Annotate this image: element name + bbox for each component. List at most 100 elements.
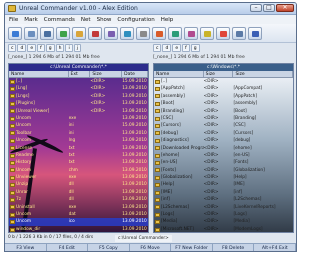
left-file-row[interactable]: Uncom exe 13.09.2010 xyxy=(9,115,148,122)
menu-net[interactable]: Net xyxy=(81,17,91,23)
search-icon[interactable] xyxy=(120,27,134,40)
menu-commands[interactable]: Commands xyxy=(44,17,75,23)
right-col-size[interactable]: Size xyxy=(204,71,234,77)
right-file-row[interactable]: [diagnostics] <DIR> [debug] xyxy=(154,137,293,144)
left-drive-i[interactable]: i xyxy=(65,44,73,52)
left-drive-h[interactable]: h xyxy=(55,44,65,52)
left-col-ext[interactable]: Ext xyxy=(69,71,91,77)
right-file-row[interactable]: [assembly] <DIR> [AppPatch] xyxy=(154,93,293,100)
left-file-row[interactable]: Uncom lng 13.09.2010 xyxy=(9,137,148,144)
compare-icon[interactable] xyxy=(88,27,102,40)
left-file-row[interactable]: Unzip dll 13.09.2010 xyxy=(9,181,148,188)
right-file-row[interactable]: [Branding] <DIR> [Boot] xyxy=(154,108,293,115)
left-drive-j[interactable]: j xyxy=(73,44,81,52)
maximize-button[interactable]: □ xyxy=(263,4,275,12)
right-file-row[interactable]: [AppPatch] <DIR> [AppCompat] xyxy=(154,85,293,92)
left-file-row[interactable]: 7z dll 13.09.2010 xyxy=(9,196,148,203)
rename-icon[interactable] xyxy=(136,27,150,40)
menu-file[interactable]: File xyxy=(9,17,18,23)
left-file-row[interactable]: Uncom chm 13.09.2010 xyxy=(9,167,148,174)
left-file-list[interactable]: [..] <DIR> 15.09.2010 [Lng] <DIR> 13.09.2010[… xyxy=(9,78,148,232)
sort-icon[interactable] xyxy=(104,27,118,40)
right-file-row[interactable]: [Fonts] <DIR> [Globalization] xyxy=(154,167,293,174)
unpack-icon[interactable] xyxy=(200,27,214,40)
left-file-row[interactable]: Uncom ini 15.09.2010 xyxy=(9,122,148,129)
right-drive-c[interactable]: c xyxy=(153,44,162,52)
settings-icon[interactable] xyxy=(232,27,246,40)
right-file-row[interactable]: [L2Schemas] <DIR> [LiveKernelReports] xyxy=(154,204,293,211)
right-drive-d[interactable]: d xyxy=(162,44,172,52)
right-drive-g[interactable]: g xyxy=(190,44,200,52)
title-bar[interactable]: Unreal Commander v1.00 - Alex Edition – … xyxy=(5,3,296,15)
right-file-row[interactable]: [debug] <DIR> [Cursors] xyxy=(154,130,293,137)
right-file-row[interactable]: [Microsoft.NET] <DIR> [ModemLogs] xyxy=(154,226,293,232)
left-panel-path[interactable]: c:\Unreal Commander\*.* xyxy=(9,64,148,71)
right-file-row[interactable]: [en-US] <DIR> [Fonts] xyxy=(154,159,293,166)
tree-icon[interactable] xyxy=(56,27,70,40)
right-file-list[interactable]: [..] <DIR> [AppPatch] <DIR> [AppCompat] [asse… xyxy=(154,78,293,232)
right-file-row[interactable]: [Help] <DIR> [IME] xyxy=(154,181,293,188)
details-icon[interactable] xyxy=(40,27,54,40)
left-col-size[interactable]: Size xyxy=(90,71,123,77)
left-file-row[interactable]: License txt 13.09.2010 xyxy=(9,145,148,152)
left-drive-e[interactable]: e xyxy=(27,44,37,52)
right-drive-f[interactable]: f xyxy=(182,44,190,52)
f6-move-button[interactable]: F6 Move xyxy=(130,244,172,251)
right-file-row[interactable]: [Boot] <DIR> [assembly] xyxy=(154,100,293,107)
f5-copy-button[interactable]: F5 Copy xyxy=(88,244,130,251)
left-file-row[interactable]: [Lngs] <DIR> 13.09.2010 xyxy=(9,93,148,100)
menu-help[interactable]: Help xyxy=(161,17,174,23)
connect-icon[interactable] xyxy=(168,27,182,40)
left-drive-g[interactable]: g xyxy=(45,44,55,52)
left-file-row[interactable]: Uninstall exe 13.09.2010 xyxy=(9,204,148,211)
left-drive-c[interactable]: c xyxy=(8,44,17,52)
left-file-row[interactable]: [..] <DIR> 15.09.2010 xyxy=(9,78,148,85)
f3-view-button[interactable]: F3 View xyxy=(5,244,47,251)
right-file-row[interactable]: [CSC] <DIR> [Branding] xyxy=(154,115,293,122)
favorites-icon[interactable] xyxy=(216,27,230,40)
thumbnails-icon[interactable] xyxy=(72,27,86,40)
right-file-row[interactable]: [inf] <DIR> [L2Schemas] xyxy=(154,196,293,203)
menu-configuration[interactable]: Configuration xyxy=(117,17,154,23)
left-drive-f[interactable]: f xyxy=(37,44,45,52)
left-drive-d[interactable]: d xyxy=(17,44,27,52)
left-file-row[interactable]: Unviewer exe 13.09.2010 xyxy=(9,174,148,181)
right-file-row[interactable]: [Downloaded Program Files]<DIR> [ehome] xyxy=(154,145,293,152)
command-line[interactable]: c:\Unreal Commander> xyxy=(115,235,172,242)
left-col-date[interactable]: Date xyxy=(122,71,148,77)
left-file-row[interactable]: Uncom dat 13.09.2010 xyxy=(9,211,148,218)
left-file-panel[interactable]: c:\Unreal Commander\*.* Name Ext Size Da… xyxy=(8,63,149,233)
right-file-row[interactable]: [ehome] <DIR> [en-US] xyxy=(154,152,293,159)
right-file-row[interactable]: [Media] <DIR> [Media] xyxy=(154,218,293,225)
left-col-name[interactable]: Name xyxy=(9,71,69,77)
right-file-row[interactable]: [Cursors] <DIR> [CSC] xyxy=(154,122,293,129)
f7-new-folder-button[interactable]: F7 New Folder xyxy=(171,244,213,251)
left-file-row[interactable]: [Plugins] <DIR> 13.09.2010 xyxy=(9,100,148,107)
archive-icon[interactable] xyxy=(184,27,198,40)
f4-edit-button[interactable]: F4 Edit xyxy=(47,244,89,251)
refresh-icon[interactable] xyxy=(8,27,22,40)
right-drive-e[interactable]: e xyxy=(172,44,182,52)
right-file-row[interactable]: [Globalization] <DIR> [Help] xyxy=(154,174,293,181)
minimize-button[interactable]: – xyxy=(250,4,262,12)
left-file-row[interactable]: Readme txt 13.09.2010 xyxy=(9,152,148,159)
right-col-name[interactable]: Name xyxy=(154,71,204,77)
left-file-row[interactable]: Uncom ico 13.09.2010 xyxy=(9,218,148,226)
right-col-size-2[interactable]: Size xyxy=(233,71,293,77)
left-file-row[interactable]: window_dir 13.09.2010 xyxy=(9,226,148,232)
close-button[interactable]: ✕ xyxy=(276,4,294,12)
left-file-row[interactable]: History txt 13.09.2010 xyxy=(9,159,148,166)
left-file-row[interactable]: [Lng] <DIR> 13.09.2010 xyxy=(9,85,148,92)
right-file-row[interactable]: [IME] <DIR> [inf] xyxy=(154,189,293,196)
left-file-row[interactable]: Toolbar ini 13.09.2010 xyxy=(9,130,148,137)
menu-show[interactable]: Show xyxy=(97,17,112,23)
right-file-row[interactable]: [Logs] <DIR> [Logs] xyxy=(154,211,293,218)
brief-icon[interactable] xyxy=(24,27,38,40)
ftp-icon[interactable] xyxy=(152,27,166,40)
left-file-row[interactable]: Unrar dll 13.09.2010 xyxy=(9,189,148,196)
right-file-row[interactable]: [..] <DIR> xyxy=(154,78,293,85)
f8-delete-button[interactable]: F8 Delete xyxy=(213,244,255,251)
right-file-panel[interactable]: c:\Windows\*.* Name Size Size [..] <DIR>[… xyxy=(153,63,294,233)
help-icon[interactable] xyxy=(248,27,262,40)
menu-mark[interactable]: Mark xyxy=(24,17,38,23)
